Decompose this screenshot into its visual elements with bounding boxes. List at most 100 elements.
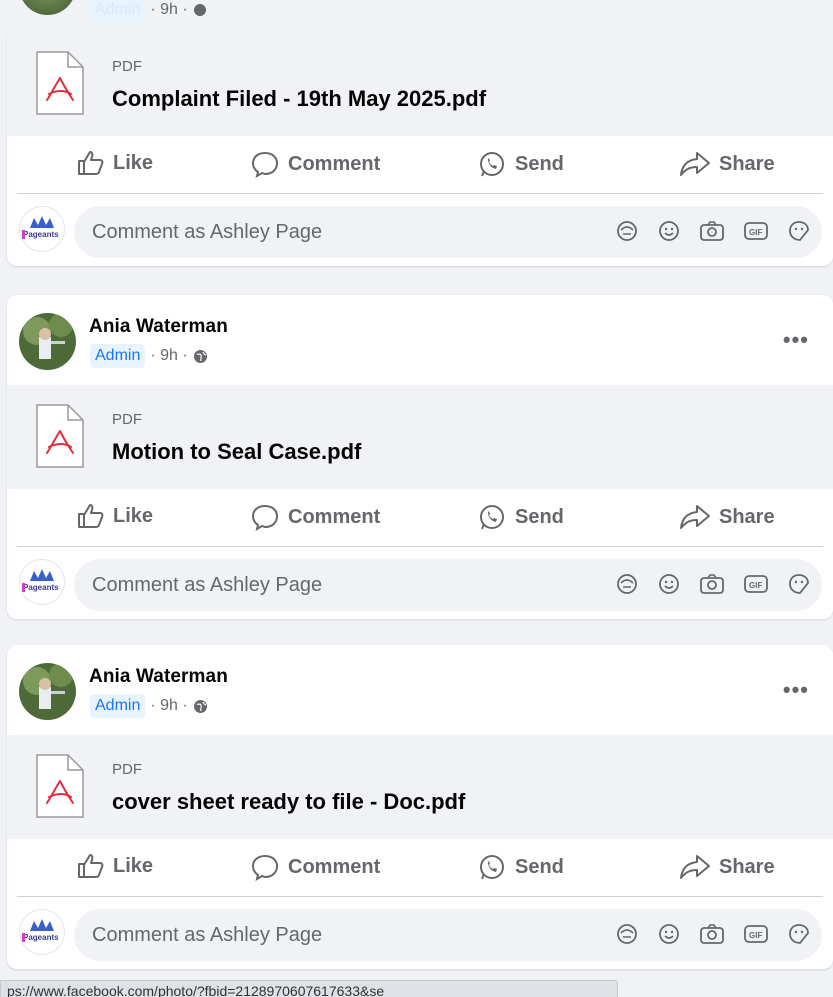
post-time[interactable]: · 9h · [150,1,187,19]
like-icon [78,504,104,528]
admin-badge[interactable]: Admin [90,344,146,368]
post-card: PDF Complaint Filed - 19th May 2025.pdf … [7,32,833,266]
file-type-label: PDF [112,761,142,778]
link-status-bar: ps://www.facebook.com/photo/?fbid=212897… [0,980,618,997]
file-name[interactable]: Motion to Seal Case.pdf [112,439,361,465]
more-options-button[interactable]: ••• [783,327,809,353]
share-button[interactable]: Share [679,853,775,881]
sticker-icon[interactable] [787,220,811,242]
share-label: Share [719,505,775,528]
like-button[interactable]: Like [77,150,153,176]
page-avatar[interactable]: Pageants [19,559,65,605]
pdf-attachment[interactable]: PDF Motion to Seal Case.pdf [7,385,833,489]
author-avatar[interactable] [19,663,76,720]
comment-button[interactable]: Comment [250,150,380,178]
like-button[interactable]: Like [77,503,153,529]
emoji-icon[interactable] [657,220,681,242]
svg-text:Pageants: Pageants [23,933,59,942]
pdf-file-icon [35,753,85,824]
sticker-icon[interactable] [787,923,811,945]
pdf-file-icon [35,50,85,121]
post-fragment-top: Admin · 9h · [7,0,833,22]
author-avatar[interactable] [19,313,76,370]
comment-tools: GIF [615,923,811,945]
like-icon [78,151,104,175]
share-icon [680,855,710,879]
avatar-sticker-icon[interactable] [615,573,639,595]
like-label: Like [113,151,154,174]
comment-button[interactable]: Comment [250,503,380,531]
avatar[interactable] [19,0,76,15]
share-icon [680,152,710,176]
share-label: Share [719,855,775,878]
camera-icon[interactable] [699,923,725,945]
more-options-button[interactable]: ••• [783,677,809,703]
whatsapp-icon [480,855,504,880]
post-meta: Admin · 9h · [90,344,208,368]
comment-label: Comment [288,855,381,878]
send-button[interactable]: Send [477,853,564,881]
like-button[interactable]: Like [77,853,153,879]
gif-icon[interactable]: GIF [743,220,769,242]
whatsapp-icon [480,505,504,530]
svg-text:Pageants: Pageants [23,230,59,239]
send-label: Send [515,855,564,878]
post-header: Ania Waterman Admin · 9h · ••• [7,645,833,735]
comment-label: Comment [288,152,381,175]
file-name[interactable]: cover sheet ready to file - Doc.pdf [112,789,465,815]
pdf-attachment[interactable]: PDF cover sheet ready to file - Doc.pdf [7,735,833,839]
page-avatar[interactable]: Pageants [19,206,65,252]
gif-icon[interactable]: GIF [743,573,769,595]
share-button[interactable]: Share [679,503,775,531]
emoji-icon[interactable] [657,923,681,945]
post-meta: Admin · 9h · [90,694,208,718]
admin-badge[interactable]: Admin [90,0,146,22]
send-button[interactable]: Send [477,150,564,178]
camera-icon[interactable] [699,573,725,595]
page-avatar[interactable]: Pageants [19,909,65,955]
post-time[interactable]: · 9h · [150,347,187,365]
comment-button[interactable]: Comment [250,853,380,881]
gif-icon[interactable]: GIF [743,923,769,945]
post-card: Ania Waterman Admin · 9h · ••• PDF Motio… [7,295,833,619]
svg-text:GIF: GIF [749,228,762,237]
avatar-sticker-icon[interactable] [615,923,639,945]
post-actions: Like Comment Send Share [17,136,823,194]
pageants-logo-icon: Pageants [22,569,62,592]
share-label: Share [719,152,775,175]
comment-label: Comment [288,505,381,528]
share-button[interactable]: Share [679,150,775,178]
camera-icon[interactable] [699,220,725,242]
pageants-logo-icon: Pageants [22,919,62,942]
avatar-sticker-icon[interactable] [615,220,639,242]
pdf-file-icon [35,403,85,474]
like-label: Like [113,854,154,877]
whatsapp-icon [480,152,504,177]
comment-composer: Pageants GIF [7,547,833,619]
file-name[interactable]: Complaint Filed - 19th May 2025.pdf [112,86,486,112]
comment-tools: GIF [615,573,811,595]
pdf-attachment[interactable]: PDF Complaint Filed - 19th May 2025.pdf [7,32,833,136]
globe-icon [193,699,208,714]
post-time[interactable]: · 9h · [150,697,187,715]
send-label: Send [515,505,564,528]
emoji-icon[interactable] [657,573,681,595]
post-header: Ania Waterman Admin · 9h · ••• [7,295,833,385]
svg-text:Pageants: Pageants [23,583,59,592]
admin-badge[interactable]: Admin [90,694,146,718]
post-card: Ania Waterman Admin · 9h · ••• PDF cover… [7,645,833,969]
comment-icon [251,151,279,178]
globe-icon [193,3,207,17]
sticker-icon[interactable] [787,573,811,595]
author-name[interactable]: Ania Waterman [89,316,228,338]
author-name[interactable]: Ania Waterman [89,666,228,688]
comment-icon [251,854,279,881]
comment-composer: Pageants GIF [7,897,833,969]
share-icon [680,505,710,529]
send-button[interactable]: Send [477,503,564,531]
comment-composer: Pageants GIF [7,194,833,266]
file-type-label: PDF [112,411,142,428]
comment-icon [251,504,279,531]
globe-icon [193,349,208,364]
file-type-label: PDF [112,58,142,75]
